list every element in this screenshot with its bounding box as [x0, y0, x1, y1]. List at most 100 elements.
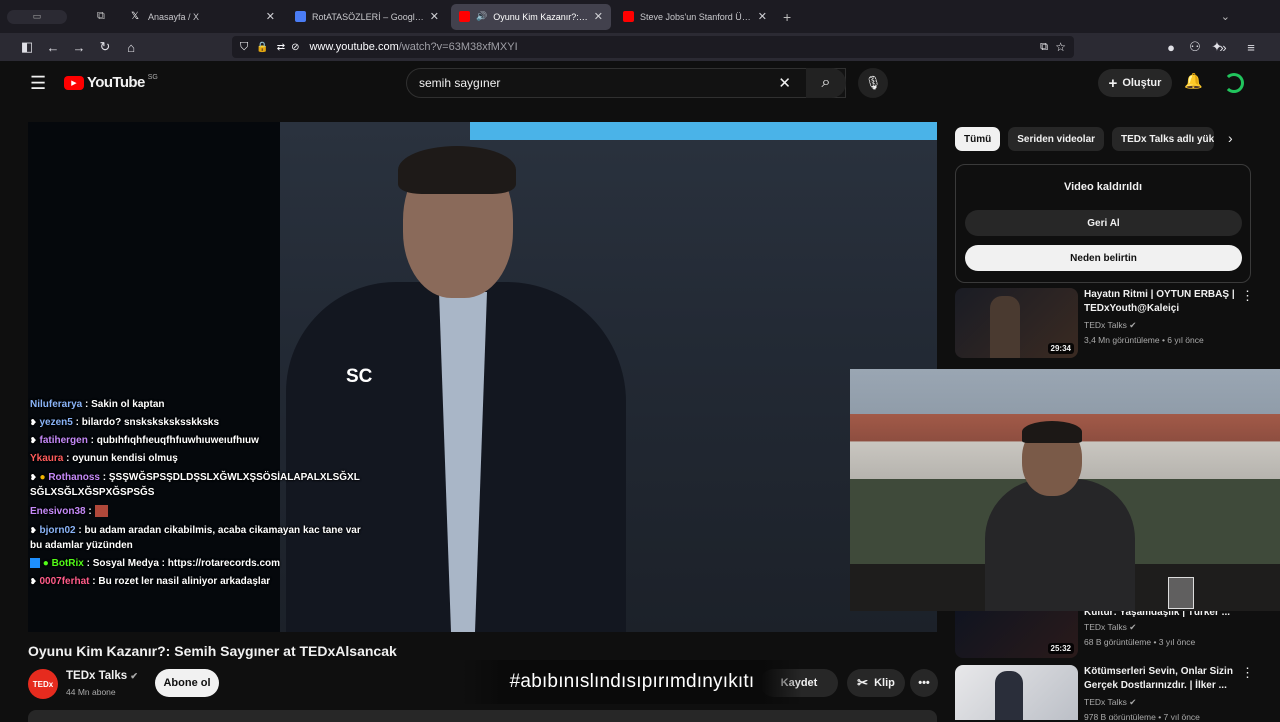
chat-user: 0007ferhat: [39, 576, 90, 587]
tell-us-why-button[interactable]: Neden belirtin: [965, 245, 1242, 271]
forward-button[interactable]: →: [66, 36, 92, 58]
extension-icon[interactable]: ●: [1158, 36, 1184, 58]
url-text: www.youtube.com/watch?v=63M38xfMXYI: [309, 41, 517, 53]
voice-search-button[interactable]: 🎙: [858, 68, 888, 98]
youtube-play-icon: ▶: [64, 75, 84, 90]
back-button[interactable]: ←: [40, 36, 66, 58]
clip-label: Klip: [874, 677, 895, 689]
channel-name[interactable]: TEDx Talks: [66, 670, 127, 682]
duration-badge: 25:32: [1047, 643, 1074, 654]
chat-text: : qubıhfıqhfıeuqfhfıuwhıuweıufhıuw: [90, 435, 259, 446]
tab-list-chevron-icon[interactable]: ⌄: [1221, 10, 1230, 23]
verified-icon: ✔: [130, 671, 138, 681]
search-button[interactable]: ⌕: [806, 68, 846, 98]
bookmark-star-icon[interactable]: ☆: [1055, 40, 1066, 54]
hamburger-menu-icon[interactable]: ☰: [30, 73, 46, 94]
close-icon[interactable]: ✕: [758, 10, 767, 23]
more-actions-button[interactable]: •••: [910, 669, 938, 697]
speaker-icon[interactable]: 🔊: [476, 11, 487, 22]
reload-button[interactable]: ↻: [92, 36, 118, 58]
more-actions-icon[interactable]: ⋮: [1241, 665, 1254, 681]
video-thumbnail[interactable]: [955, 665, 1078, 720]
address-bar[interactable]: ⛉ 🔒 ⇄ ⊘ www.youtube.com/watch?v=63M38xfM…: [232, 36, 1074, 58]
youtube-logo[interactable]: ▶ YouTube SG: [64, 74, 158, 91]
duration-badge: 29:34: [1047, 343, 1074, 354]
youtube-favicon-icon: [623, 11, 634, 22]
youtube-favicon-icon: [459, 11, 470, 22]
close-icon[interactable]: ✕: [266, 10, 275, 23]
tab-title: RotATASÖZLERİ – Google Doküm: [312, 11, 424, 22]
video-thumbnail[interactable]: 25:32: [955, 610, 1078, 658]
pip-icon[interactable]: ⧉: [1040, 41, 1048, 54]
tab-overview-icon[interactable]: ⧉: [97, 10, 119, 23]
chips-next-chevron-icon[interactable]: ›: [1228, 130, 1233, 146]
notifications-bell-icon[interactable]: 🔔: [1184, 72, 1203, 90]
chat-user: Rothanoss: [48, 472, 100, 483]
chip-all[interactable]: Tümü: [955, 127, 1001, 151]
chat-text: : oyunun kendisi olmuş: [66, 453, 178, 464]
close-icon[interactable]: ✕: [594, 10, 603, 23]
rec-channel: TEDx Talks ✔: [1084, 622, 1136, 633]
verified-badge-icon: ●: [42, 558, 49, 569]
rec-meta: 978 B görüntüleme • 7 yıl önce: [1084, 712, 1200, 720]
chip-series[interactable]: Seriden videolar: [1008, 127, 1105, 151]
channel-name: TEDx Talks: [1084, 622, 1127, 632]
autoplay-icon[interactable]: ⊘: [291, 42, 299, 53]
url-host: www.youtube.com: [309, 41, 399, 53]
overflow-chevron-icon[interactable]: »: [1210, 36, 1236, 58]
new-tab-button[interactable]: +: [783, 9, 791, 25]
video-thumbnail[interactable]: 29:34: [955, 288, 1078, 358]
chat-user: yezen5: [39, 417, 73, 428]
rec-title[interactable]: Kötümserleri Sevin, Onlar Sizin Gerçek D…: [1084, 665, 1244, 693]
menu-icon[interactable]: ≡: [1238, 36, 1264, 58]
more-actions-icon[interactable]: ⋮: [1241, 288, 1254, 304]
tab-title: Anasayfa / X: [148, 11, 200, 22]
create-button[interactable]: + Oluştur: [1098, 69, 1172, 97]
tab-google-docs[interactable]: RotATASÖZLERİ – Google Doküm ✕: [287, 4, 447, 30]
recommendation-item[interactable]: Kötümserleri Sevin, Onlar Sizin Gerçek D…: [955, 665, 1271, 720]
chat-user: bjorn02: [39, 525, 76, 536]
chat-message: ● BotRix : Sosyal Medya : https://rotare…: [30, 555, 365, 573]
chat-message: ❥ bjorn02 : bu adam aradan cikabilmis, a…: [30, 523, 365, 553]
streamer-hair: [1022, 421, 1082, 443]
home-button[interactable]: ⌂: [118, 36, 144, 58]
channel-avatar[interactable]: TEDx: [28, 669, 58, 699]
subscribe-button[interactable]: Abone ol: [155, 669, 219, 697]
clip-button[interactable]: ✂ Klip: [847, 669, 905, 697]
chip-channel-uploads[interactable]: TEDx Talks adlı yükle: [1112, 127, 1215, 151]
tab-youtube[interactable]: Steve Jobs'un Stanford Üniversit ✕: [615, 4, 775, 30]
url-path: /watch?v=63M38xfMXYI: [398, 41, 518, 53]
chat-user: Niluferarya: [30, 399, 83, 410]
recommendation-item[interactable]: 25:32 Kültür: Yaşamdaşlık | Türker ... T…: [955, 607, 1271, 660]
tab-x[interactable]: 𝕏 Anasayfa / X ✕: [123, 4, 283, 30]
chat-message: Ykaura : oyunun kendisi olmuş: [30, 450, 365, 468]
sidebar-icon[interactable]: ◧: [14, 36, 40, 58]
browser-tab-bar: ▭ ⧉ 𝕏 Anasayfa / X ✕ RotATASÖZLERİ – Goo…: [0, 0, 1280, 33]
more-icon: •••: [918, 677, 930, 689]
description-box[interactable]: [28, 710, 937, 722]
shield-icon[interactable]: ⛉: [240, 41, 248, 54]
verified-icon: ✔: [1129, 320, 1137, 330]
thumb-person: [995, 671, 1023, 720]
permissions-icon[interactable]: ⇄: [277, 42, 285, 53]
undo-button[interactable]: Geri Al: [965, 210, 1242, 236]
tab-title: Steve Jobs'un Stanford Üniversit: [640, 11, 752, 22]
avatar[interactable]: [1224, 73, 1244, 93]
rec-title[interactable]: Hayatın Ritmi | OYTUN ERBAŞ | TEDxYouth@…: [1084, 288, 1244, 316]
channel-name: TEDx Talks: [1084, 320, 1127, 330]
projection-screen: [470, 122, 937, 140]
rec-meta: 68 B görüntüleme • 3 yıl önce: [1084, 637, 1196, 647]
close-icon[interactable]: ✕: [430, 10, 439, 23]
filter-chips: Tümü Seriden videolar TEDx Talks adlı yü…: [955, 127, 1215, 151]
sidebar-toggle[interactable]: ▭: [7, 9, 67, 24]
chat-user: BotRix: [51, 558, 84, 569]
channel-name: TEDx Talks: [1084, 697, 1127, 707]
recommendation-item[interactable]: 29:34 Hayatın Ritmi | OYTUN ERBAŞ | TEDx…: [955, 288, 1271, 360]
tab-title: Oyunu Kim Kazanır?: Semih: [493, 11, 588, 22]
lock-icon[interactable]: 🔒: [256, 42, 268, 53]
tab-youtube-active[interactable]: 🔊 Oyunu Kim Kazanır?: Semih ✕: [451, 3, 611, 30]
speaker-hair: [398, 146, 516, 194]
rec-meta: 3,4 Mn görüntüleme • 6 yıl önce: [1084, 335, 1204, 345]
clear-search-icon[interactable]: ✕: [778, 74, 791, 92]
search-input[interactable]: semih saygıner ✕: [406, 68, 846, 98]
